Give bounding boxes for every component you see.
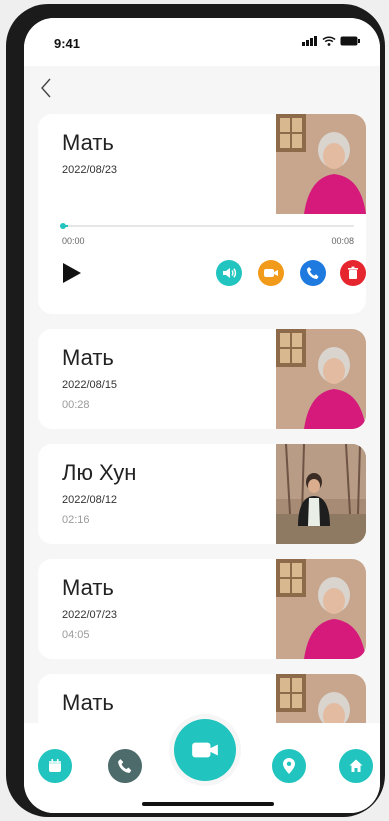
record-card[interactable]: Мать 2022/08/15 00:28 <box>38 329 366 429</box>
phone-frame: 9:41 Мать 2022/08/23 00:00 00:08 Мать 20… <box>6 4 385 817</box>
status-time: 9:41 <box>54 36 81 51</box>
caller-name: Мать <box>62 690 114 715</box>
video-thumbnail[interactable] <box>276 444 366 544</box>
nav-calendar[interactable] <box>38 749 72 783</box>
play-button[interactable] <box>62 262 82 289</box>
speaker-icon <box>223 268 237 278</box>
speaker-button[interactable] <box>216 260 242 286</box>
battery-icon <box>340 36 360 46</box>
video-thumbnail[interactable] <box>276 559 366 659</box>
detail-card[interactable]: Мать 2022/08/23 00:00 00:08 <box>38 114 366 314</box>
nav-location[interactable] <box>272 749 306 783</box>
back-button[interactable] <box>34 74 62 102</box>
caller-name: Мать <box>62 345 114 370</box>
home-icon <box>349 759 363 772</box>
record-date: 2022/08/15 <box>62 379 118 391</box>
nav-phone[interactable] <box>108 749 142 783</box>
nav-video-call[interactable] <box>174 719 236 781</box>
progress-track[interactable] <box>60 223 354 229</box>
record-date: 2022/08/23 <box>62 164 118 176</box>
record-date: 2022/08/12 <box>62 494 118 506</box>
record-duration: 02:16 <box>62 514 90 526</box>
system-icons <box>302 36 360 46</box>
time-end: 00:08 <box>331 236 354 246</box>
time-start: 00:00 <box>62 236 85 246</box>
caller-name: Мать <box>62 130 114 155</box>
record-card[interactable]: Мать 2022/07/23 04:05 <box>38 559 366 659</box>
phone-icon <box>118 759 132 773</box>
location-icon <box>283 758 295 774</box>
record-duration: 00:28 <box>62 399 90 411</box>
progress-knob[interactable] <box>60 223 66 229</box>
video-thumbnail[interactable] <box>276 114 366 214</box>
calendar-icon <box>49 759 61 772</box>
video-camera-icon <box>192 742 218 758</box>
screen: 9:41 Мать 2022/08/23 00:00 00:08 Мать 20… <box>24 18 380 813</box>
phone-icon <box>307 267 319 279</box>
delete-button[interactable] <box>340 260 366 286</box>
record-date: 2022/07/23 <box>62 609 118 621</box>
signal-icon <box>302 36 317 46</box>
nav-home[interactable] <box>339 749 373 783</box>
video-thumbnail[interactable] <box>276 329 366 429</box>
record-card[interactable]: Лю Хун 2022/08/12 02:16 <box>38 444 366 544</box>
caller-name: Мать <box>62 575 114 600</box>
caller-name: Лю Хун <box>62 460 137 485</box>
video-call-icon <box>264 269 278 277</box>
record-duration: 04:05 <box>62 629 90 641</box>
wifi-icon <box>322 36 336 46</box>
bottom-nav <box>24 719 380 813</box>
chevron-left-icon <box>41 78 51 98</box>
delete-icon <box>348 266 358 279</box>
home-indicator <box>142 802 274 806</box>
call-button[interactable] <box>300 260 326 286</box>
video-call-button[interactable] <box>258 260 284 286</box>
play-icon <box>63 263 81 283</box>
status-bar: 9:41 <box>24 18 380 66</box>
